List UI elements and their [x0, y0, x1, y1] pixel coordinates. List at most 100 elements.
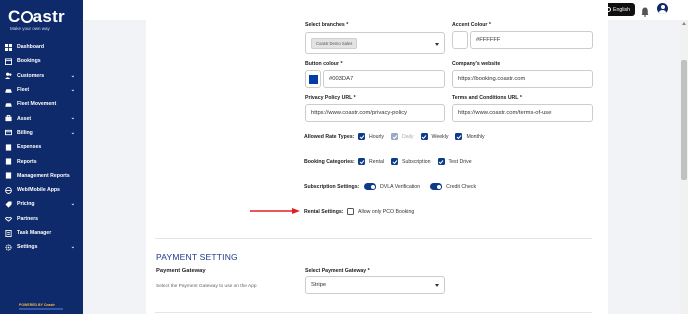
- sidebar-item-reports[interactable]: Reports: [0, 154, 83, 168]
- sidebar-item-management-reports[interactable]: Management Reports: [0, 169, 83, 183]
- chevron-down-icon: ⌄: [70, 129, 75, 136]
- chevron-down-icon: ⌄: [70, 244, 75, 251]
- sidebar-item-task-manager[interactable]: Task Manager: [0, 226, 83, 240]
- sidebar-item-label: Reports: [17, 158, 37, 165]
- accent-colour-swatch[interactable]: [452, 31, 468, 49]
- section-divider-bottom: [155, 312, 592, 313]
- scroll-thumb[interactable]: [681, 60, 687, 180]
- hourly-label: Hourly: [369, 133, 384, 140]
- sidebar-item-label: Asset: [17, 115, 32, 122]
- billing-icon: [5, 129, 12, 136]
- payment-gateway-title: Payment Gateway: [156, 268, 206, 274]
- booking-categories-group: Rental Subscription Test Drive: [358, 158, 479, 165]
- credit-check-label: Credit Check: [446, 183, 477, 190]
- monthly-label: Monthly: [466, 133, 485, 140]
- chevron-down-icon: [435, 43, 439, 46]
- privacy-policy-label: Privacy Policy URL *: [305, 95, 356, 101]
- sidebar-item-billing[interactable]: Billing ⌄: [0, 126, 83, 140]
- bookings-icon: [5, 58, 12, 65]
- terms-label: Terms and Conditions URL *: [452, 95, 522, 101]
- sidebar-item-label: Billing: [17, 129, 33, 136]
- rental-checkbox[interactable]: [358, 158, 365, 165]
- pco-booking-label: Allow only PCO Booking: [358, 208, 415, 215]
- payment-gateway-select[interactable]: Stripe: [305, 276, 445, 294]
- payment-section-title: PAYMENT SETTING: [156, 252, 238, 262]
- sidebar-item-pricing[interactable]: Pricing ⌄: [0, 197, 83, 211]
- logo-wordmark: Castr: [8, 7, 65, 26]
- sidebar-item-label: Partners: [17, 215, 39, 222]
- website-input[interactable]: https://booking.coastr.com: [452, 70, 593, 88]
- coastr-logo[interactable]: Castr Make your own way: [8, 8, 78, 31]
- branches-select[interactable]: Coastr Demo Sales: [305, 32, 445, 54]
- chevron-down-icon: ⌄: [70, 86, 75, 93]
- fleet-movement-icon: [5, 101, 12, 108]
- button-colour-label: Button colour *: [305, 61, 343, 67]
- sidebar-item-fleet[interactable]: Fleet ⌄: [0, 83, 83, 97]
- language-label: English: [612, 6, 630, 13]
- management-reports-icon: [5, 172, 12, 179]
- sidebar-item-label: Web/Mobile Apps: [17, 187, 60, 194]
- apps-icon: [5, 186, 12, 194]
- payment-gateway-description: Select the Payment Gateway to use on the…: [156, 284, 257, 289]
- button-colour-swatch[interactable]: [305, 70, 321, 88]
- sidebar-item-partners[interactable]: Partners: [0, 212, 83, 226]
- customers-icon: [5, 72, 12, 80]
- hourly-checkbox[interactable]: [358, 133, 365, 140]
- subscription-settings-group: DVLA Verification Credit Check: [364, 183, 483, 190]
- sidebar-item-fleet-movement[interactable]: Fleet Movement: [0, 97, 83, 111]
- red-arrow-icon: [250, 208, 300, 214]
- partners-icon: [5, 215, 12, 222]
- subscription-checkbox[interactable]: [391, 158, 398, 165]
- scroll-up-icon[interactable]: [682, 22, 686, 25]
- sidebar-nav: Dashboard Bookings Customers ⌄ Fleet ⌄ F…: [0, 40, 83, 254]
- rental-settings-group: Allow only PCO Booking: [347, 208, 421, 215]
- sidebar-item-web-mobile-apps[interactable]: Web/Mobile Apps: [0, 183, 83, 197]
- dvla-label: DVLA Verification: [380, 183, 421, 190]
- fleet-icon: [5, 87, 12, 94]
- button-colour-input[interactable]: #003DA7: [323, 70, 445, 88]
- powered-by-bar: [19, 308, 63, 310]
- weekly-checkbox[interactable]: [420, 133, 428, 140]
- avatar[interactable]: [657, 3, 668, 14]
- accent-colour-label: Accent Colour *: [452, 22, 491, 28]
- chevron-down-icon: ⌄: [70, 72, 75, 79]
- page-scrollbar[interactable]: [680, 20, 688, 314]
- pricing-icon: [5, 201, 12, 208]
- sidebar-item-dashboard[interactable]: Dashboard: [0, 40, 83, 54]
- expenses-icon: [5, 144, 12, 151]
- sidebar-item-expenses[interactable]: Expenses: [0, 140, 83, 154]
- terms-input[interactable]: https://www.coastr.com/terms-of-use: [452, 104, 593, 122]
- sidebar-item-label: Settings: [17, 244, 38, 251]
- subscription-label: Subscription: [402, 158, 431, 165]
- dashboard-icon: [5, 43, 12, 51]
- sidebar-item-label: Customers: [17, 72, 45, 79]
- chevron-down-icon: ⌄: [70, 201, 75, 208]
- credit-check-toggle[interactable]: [430, 183, 443, 190]
- sidebar-item-customers[interactable]: Customers ⌄: [0, 69, 83, 83]
- accent-colour-input[interactable]: #FFFFFF: [470, 31, 593, 49]
- test-drive-checkbox[interactable]: [437, 158, 445, 165]
- sidebar: Castr Make your own way Dashboard Bookin…: [0, 0, 83, 314]
- sidebar-item-settings[interactable]: Settings ⌄: [0, 240, 83, 254]
- dvla-toggle[interactable]: [364, 183, 376, 190]
- sidebar-item-label: Dashboard: [17, 44, 45, 51]
- asset-icon: [5, 115, 12, 122]
- task-manager-icon: [5, 229, 12, 237]
- logo-tagline: Make your own way: [10, 26, 50, 31]
- monthly-checkbox[interactable]: [455, 133, 463, 140]
- payment-gateway-value: Stripe: [311, 282, 327, 288]
- rental-settings-label: Rental Settings:: [304, 209, 344, 215]
- sidebar-item-label: Fleet: [17, 87, 30, 94]
- bell-icon[interactable]: [641, 4, 649, 22]
- pco-booking-checkbox[interactable]: [347, 208, 354, 215]
- sidebar-item-asset[interactable]: Asset ⌄: [0, 111, 83, 125]
- daily-label: Daily: [402, 133, 414, 140]
- branch-chip[interactable]: Coastr Demo Sales: [311, 37, 358, 49]
- test-drive-label: Test Drive: [448, 158, 472, 165]
- sidebar-item-label: Pricing: [17, 201, 35, 208]
- daily-checkbox[interactable]: [391, 133, 398, 140]
- privacy-policy-input[interactable]: https://www.coastr.com/privacy-policy: [305, 104, 445, 122]
- sidebar-item-bookings[interactable]: Bookings: [0, 54, 83, 68]
- sidebar-item-label: Management Reports: [17, 172, 70, 179]
- sidebar-item-label: Bookings: [17, 58, 41, 65]
